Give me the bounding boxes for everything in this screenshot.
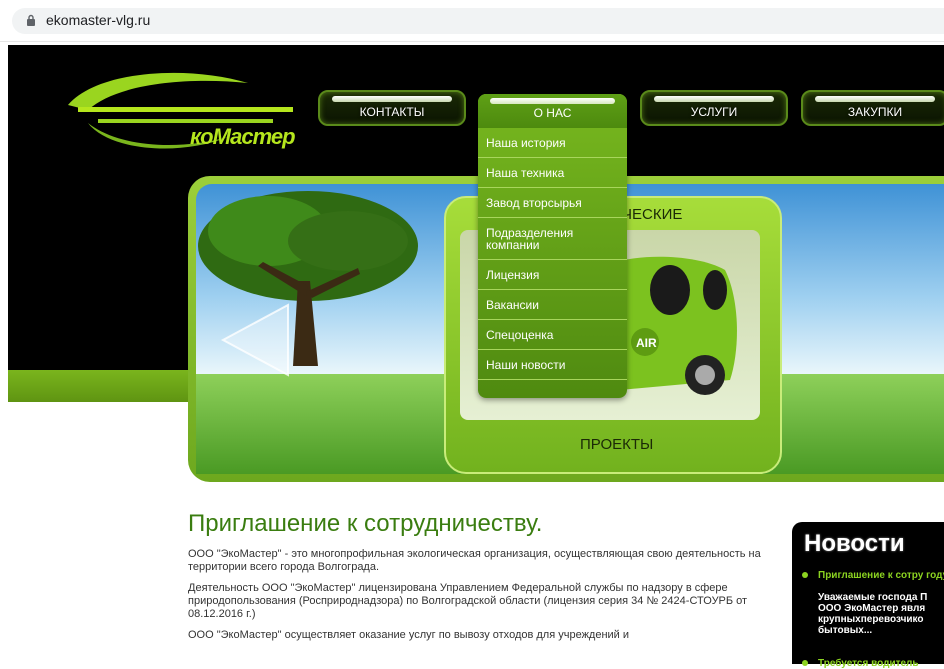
banner-title-bottom: ПРОЕКТЫ [580,436,654,453]
bullet-icon [802,572,808,578]
news-item-text: Уважаемые господа П ООО ЭкоМастер явля к… [818,592,928,636]
prev-arrow-icon[interactable] [218,300,298,380]
news-item-link[interactable]: Приглашение к сотру году. [818,570,944,581]
url-text[interactable]: ekomaster-vlg.ru [46,12,150,28]
dropdown-menu: Наша история Наша техника Завод вторсырь… [478,128,627,380]
nav-contacts-button[interactable]: КОНТАКТЫ [318,90,466,126]
nav-about-button[interactable]: О НАС [478,94,627,128]
menu-item-divisions[interactable]: Подразделения компании [478,218,627,260]
button-shine [654,96,774,102]
menu-item-news[interactable]: Наши новости [478,350,627,380]
menu-item-license[interactable]: Лицензия [478,260,627,290]
menu-item-equipment[interactable]: Наша техника [478,158,627,188]
page-heading: Приглашение к сотрудничеству. [188,510,543,537]
nav-services-button[interactable]: УСЛУГИ [640,90,788,126]
lock-icon [27,14,35,26]
button-shine [490,98,615,104]
nav-purchases-button[interactable]: ЗАКУПКИ [801,90,944,126]
url-field[interactable] [12,8,944,34]
nav-label: ЗАКУПКИ [847,105,903,119]
menu-item-assessment[interactable]: Спецоценка [478,320,627,350]
menu-item-recycling-plant[interactable]: Завод вторсырья [478,188,627,218]
about-dropdown: О НАС Наша история Наша техника Завод вт… [478,94,627,398]
paragraph: ООО "ЭкоМастер" - это многопрофильная эк… [188,548,761,573]
nav-label: О НАС [533,106,572,120]
menu-item-history[interactable]: Наша история [478,128,627,158]
logo-text: коМастер [190,124,296,149]
car-label: AIR [636,336,657,350]
nav-label: КОНТАКТЫ [359,105,425,119]
main-content: Приглашение к сотрудничеству. ООО "ЭкоМа… [188,510,768,650]
paragraph: Деятельность ООО "ЭкоМастер" лицензирова… [188,582,748,620]
paragraph: ООО "ЭкоМастер" осуществляет оказание ус… [188,629,630,641]
menu-item-vacancies[interactable]: Вакансии [478,290,627,320]
news-title: Новости [804,530,905,557]
nav-label: УСЛУГИ [690,105,738,119]
button-shine [815,96,935,102]
bullet-icon [802,660,808,666]
address-bar: ekomaster-vlg.ru [0,0,944,42]
banner-title-top: ЧЕСКИЕ [622,206,683,223]
button-shine [332,96,452,102]
news-panel: Новости Приглашение к сотру году. Уважае… [792,522,944,669]
